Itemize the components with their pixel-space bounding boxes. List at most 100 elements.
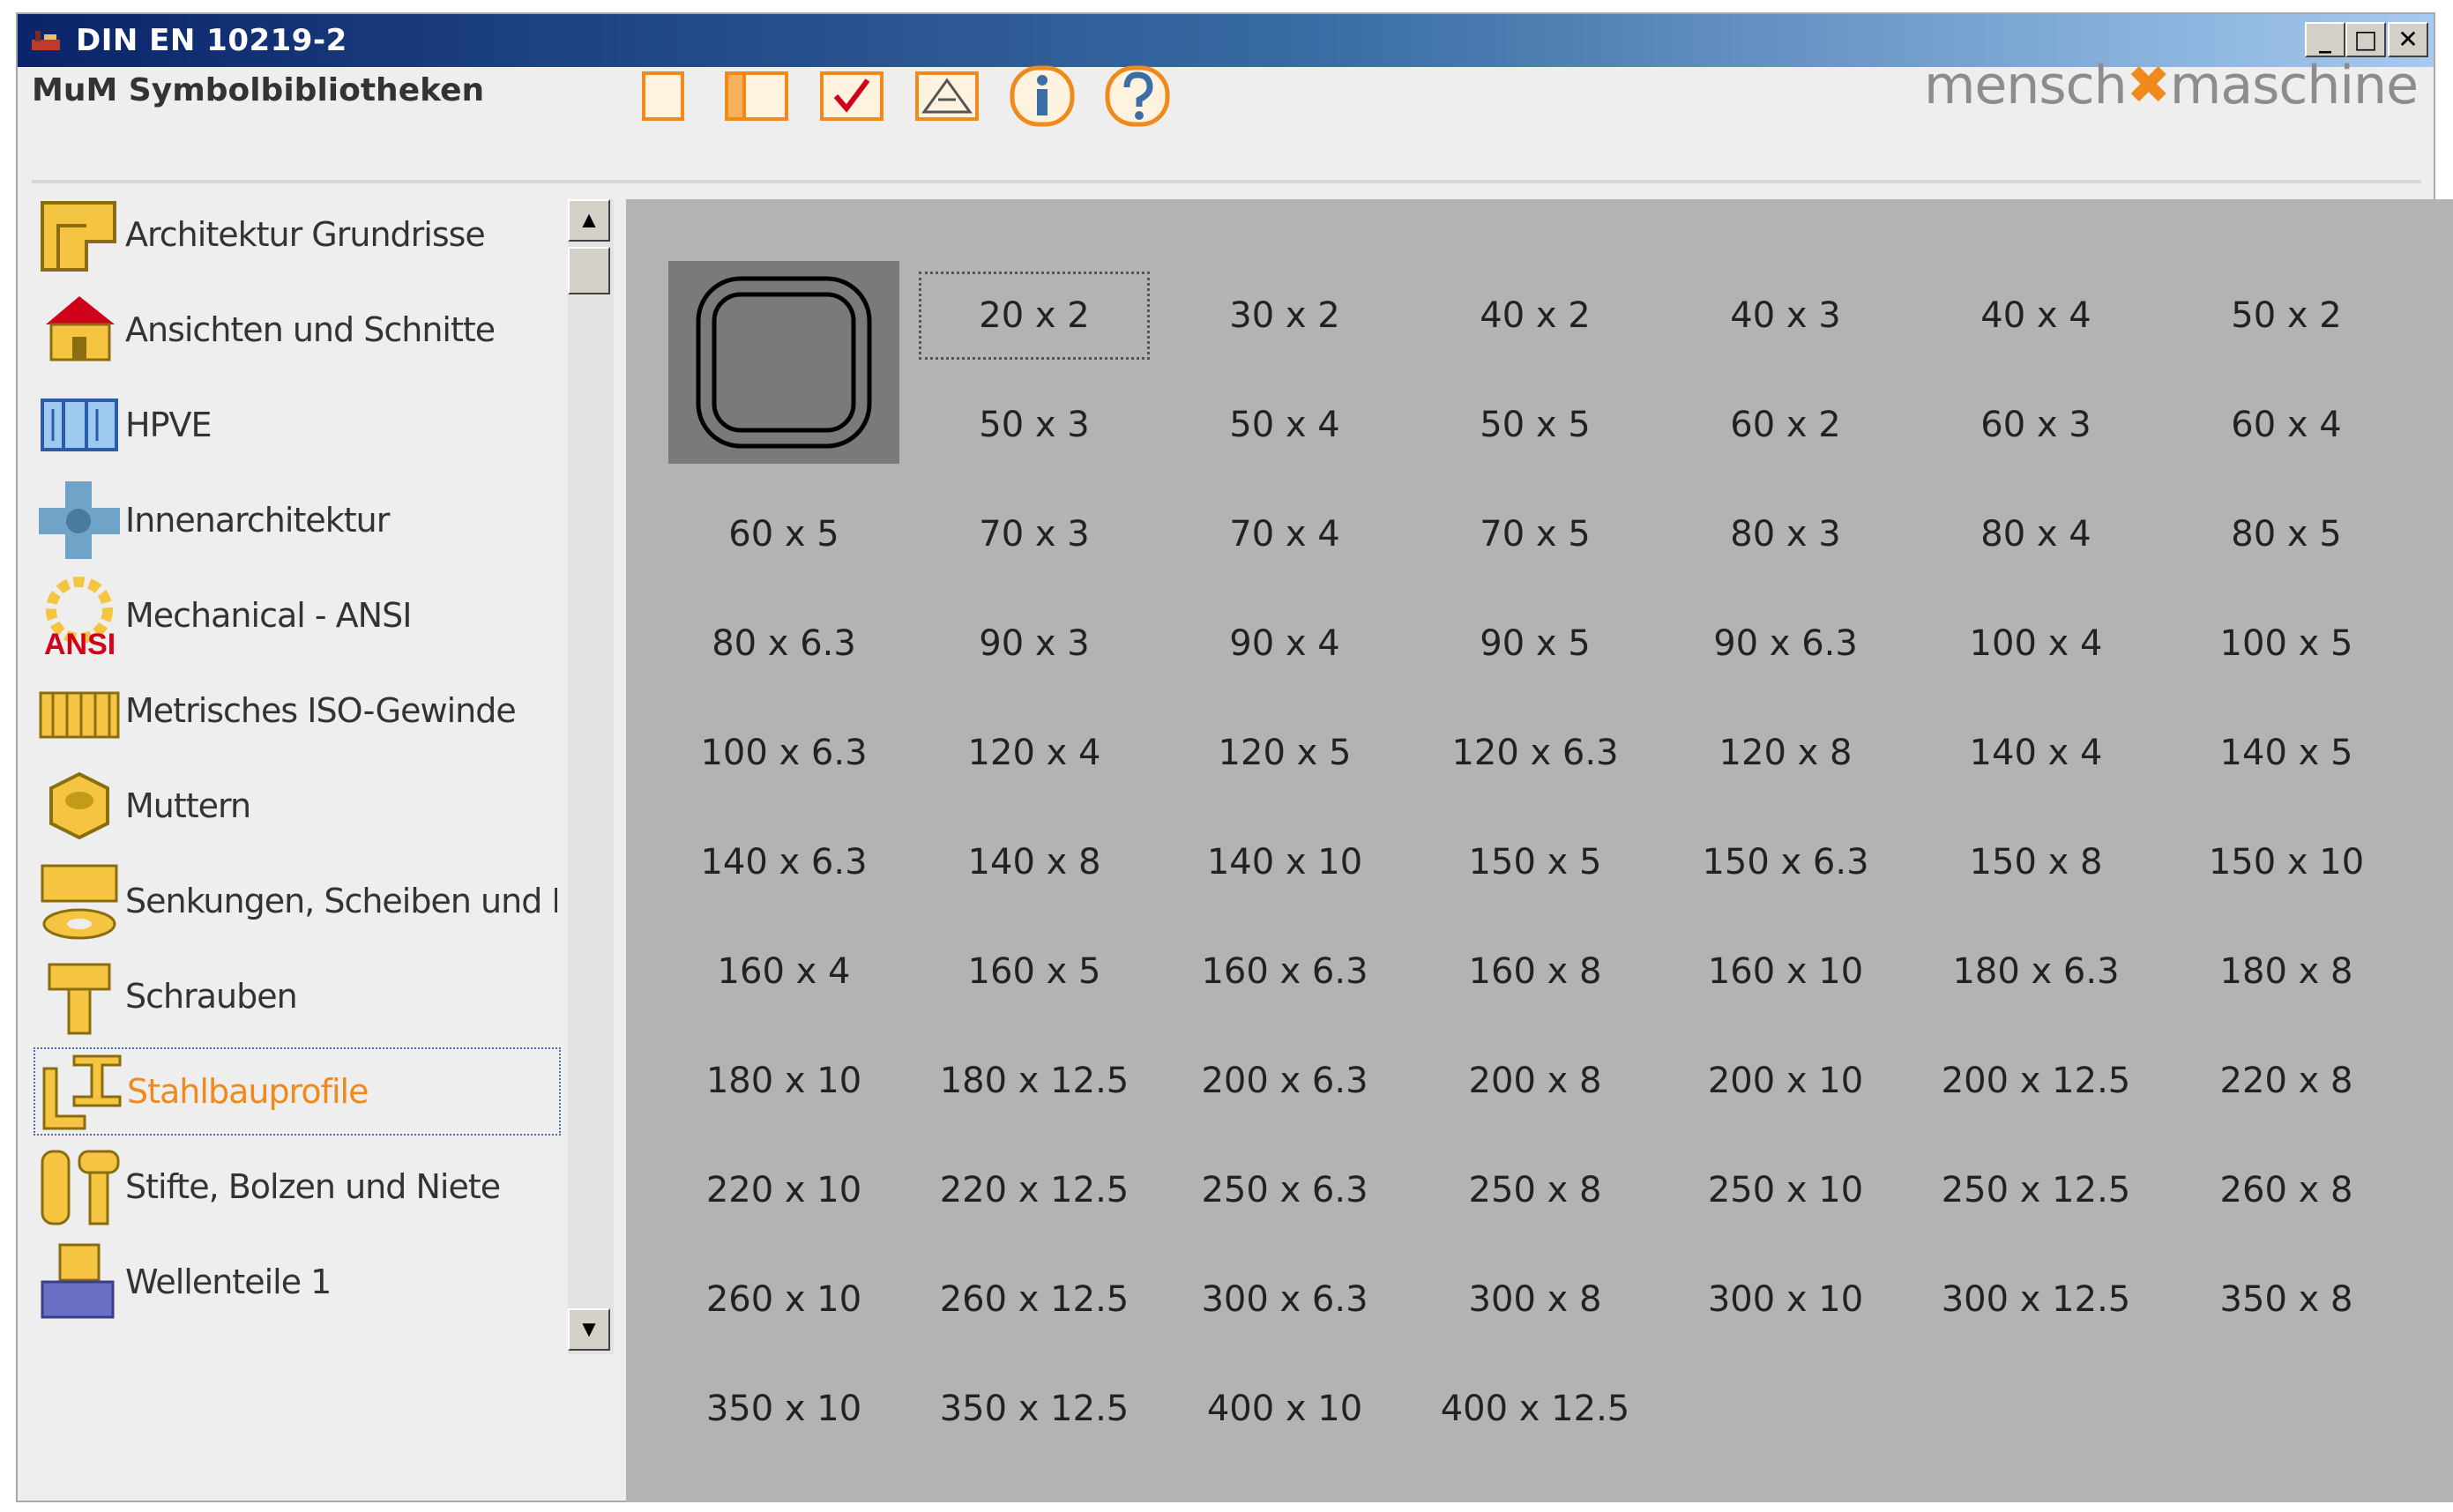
profile-size-item[interactable]: 200 x 10 bbox=[1670, 1037, 1901, 1125]
profile-size-item[interactable]: 400 x 12.5 bbox=[1420, 1365, 1651, 1453]
profile-size-item[interactable]: 120 x 4 bbox=[919, 709, 1150, 797]
profile-size-item[interactable]: 80 x 6.3 bbox=[668, 600, 899, 688]
profile-size-item[interactable]: 40 x 3 bbox=[1670, 272, 1901, 360]
profile-size-item[interactable]: 220 x 10 bbox=[668, 1146, 899, 1234]
profile-size-item[interactable]: 250 x 8 bbox=[1420, 1146, 1651, 1234]
profile-size-item[interactable]: 40 x 2 bbox=[1420, 272, 1651, 360]
help-button[interactable] bbox=[1100, 63, 1174, 129]
sidebar-item-innenarchitektur[interactable]: Innenarchitektur bbox=[34, 476, 561, 564]
profile-size-item[interactable]: 140 x 5 bbox=[2171, 709, 2402, 797]
profile-size-item[interactable]: 150 x 5 bbox=[1420, 818, 1651, 906]
profile-size-item[interactable]: 80 x 3 bbox=[1670, 490, 1901, 578]
profile-size-item[interactable]: 160 x 8 bbox=[1420, 927, 1651, 1016]
profile-size-item[interactable]: 70 x 4 bbox=[1169, 490, 1400, 578]
profile-size-item[interactable]: 150 x 10 bbox=[2171, 818, 2402, 906]
sidebar-item-wellenteile[interactable]: Wellenteile 1 bbox=[34, 1238, 561, 1326]
profile-size-item[interactable]: 160 x 4 bbox=[668, 927, 899, 1016]
profile-size-item[interactable]: 260 x 8 bbox=[2171, 1146, 2402, 1234]
profile-size-item[interactable]: 90 x 5 bbox=[1420, 600, 1651, 688]
sidebar-item-hpve[interactable]: HPVE bbox=[34, 381, 561, 469]
profile-size-item[interactable]: 140 x 10 bbox=[1169, 818, 1400, 906]
profile-size-item[interactable]: 250 x 6.3 bbox=[1169, 1146, 1400, 1234]
sidebar-item-senkungen[interactable]: Senkungen, Scheiben und Du bbox=[34, 857, 561, 945]
profile-size-item[interactable]: 20 x 2 bbox=[919, 272, 1150, 360]
open-page-button[interactable] bbox=[719, 63, 794, 129]
profile-size-item[interactable]: 140 x 4 bbox=[1920, 709, 2151, 797]
sidebar-item-architektur[interactable]: Architektur Grundrisse bbox=[34, 190, 561, 279]
scroll-down-button[interactable]: ▼ bbox=[568, 1308, 610, 1351]
profile-size-item[interactable]: 300 x 6.3 bbox=[1169, 1255, 1400, 1344]
profile-size-item[interactable]: 60 x 4 bbox=[2171, 381, 2402, 469]
profile-size-item[interactable]: 100 x 6.3 bbox=[668, 709, 899, 797]
sidebar-item-iso-gewinde[interactable]: Metrisches ISO-Gewinde bbox=[34, 667, 561, 755]
profile-size-item[interactable]: 150 x 8 bbox=[1920, 818, 2151, 906]
profile-size-item[interactable]: 120 x 6.3 bbox=[1420, 709, 1651, 797]
sidebar-item-stifte[interactable]: Stifte, Bolzen und Niete bbox=[34, 1143, 561, 1231]
profile-size-item[interactable]: 150 x 6.3 bbox=[1670, 818, 1901, 906]
profile-size-item[interactable]: 180 x 12.5 bbox=[919, 1037, 1150, 1125]
sidebar-item-stahlbauprofile[interactable]: Stahlbauprofile bbox=[34, 1047, 561, 1136]
profile-size-item[interactable]: 50 x 2 bbox=[2171, 272, 2402, 360]
profile-size-item[interactable]: 90 x 3 bbox=[919, 600, 1150, 688]
profile-size-item[interactable]: 160 x 6.3 bbox=[1169, 927, 1400, 1016]
profile-size-item[interactable]: 160 x 5 bbox=[919, 927, 1150, 1016]
profile-size-item[interactable]: 60 x 2 bbox=[1670, 381, 1901, 469]
profile-size-item[interactable]: 80 x 5 bbox=[2171, 490, 2402, 578]
profile-size-item[interactable]: 250 x 10 bbox=[1670, 1146, 1901, 1234]
profile-size-item[interactable]: 250 x 12.5 bbox=[1920, 1146, 2151, 1234]
measure-button[interactable] bbox=[910, 63, 984, 129]
profile-size-item[interactable]: 90 x 4 bbox=[1169, 600, 1400, 688]
profile-size-item[interactable]: 200 x 12.5 bbox=[1920, 1037, 2151, 1125]
profile-size-item[interactable]: 70 x 3 bbox=[919, 490, 1150, 578]
profile-size-item[interactable]: 120 x 5 bbox=[1169, 709, 1400, 797]
profile-size-item[interactable]: 50 x 3 bbox=[919, 381, 1150, 469]
close-button[interactable]: ✕ bbox=[2388, 22, 2428, 57]
profile-size-item[interactable]: 300 x 8 bbox=[1420, 1255, 1651, 1344]
profile-size-item[interactable]: 300 x 12.5 bbox=[1920, 1255, 2151, 1344]
scroll-thumb[interactable] bbox=[568, 247, 610, 294]
sidebar-item-muttern[interactable]: Muttern bbox=[34, 762, 561, 850]
profile-size-item[interactable]: 140 x 8 bbox=[919, 818, 1150, 906]
profile-size-item[interactable]: 100 x 4 bbox=[1920, 600, 2151, 688]
profile-size-item[interactable]: 300 x 10 bbox=[1670, 1255, 1901, 1344]
profile-size-item[interactable]: 120 x 8 bbox=[1670, 709, 1901, 797]
profile-size-item[interactable]: 180 x 6.3 bbox=[1920, 927, 2151, 1016]
profile-size-item[interactable]: 50 x 4 bbox=[1169, 381, 1400, 469]
profile-size-item[interactable]: 60 x 3 bbox=[1920, 381, 2151, 469]
sidebar-item-schrauben[interactable]: Schrauben bbox=[34, 952, 561, 1040]
profile-size-item[interactable]: 200 x 8 bbox=[1420, 1037, 1651, 1125]
profile-size-item[interactable]: 350 x 8 bbox=[2171, 1255, 2402, 1344]
profile-size-item[interactable]: 140 x 6.3 bbox=[668, 818, 899, 906]
profile-size-item[interactable]: 200 x 6.3 bbox=[1169, 1037, 1400, 1125]
profile-size-item[interactable]: 400 x 10 bbox=[1169, 1365, 1400, 1453]
profile-size-item[interactable]: 40 x 4 bbox=[1920, 272, 2151, 360]
info-button[interactable] bbox=[1005, 63, 1079, 129]
profile-size-item[interactable]: 90 x 6.3 bbox=[1670, 600, 1901, 688]
profile-size-item[interactable]: 30 x 2 bbox=[1169, 272, 1400, 360]
profile-size-item[interactable]: 180 x 10 bbox=[668, 1037, 899, 1125]
profile-size-item[interactable]: 60 x 5 bbox=[668, 490, 899, 578]
sidebar-scrollbar[interactable]: ▲ ▼ bbox=[568, 199, 614, 1354]
maximize-button[interactable]: □ bbox=[2345, 22, 2386, 57]
sidebar-item-mechanical-ansi[interactable]: ANSI Mechanical - ANSI bbox=[34, 571, 561, 659]
profile-size-item[interactable]: 100 x 5 bbox=[2171, 600, 2402, 688]
profile-size-item[interactable]: 180 x 8 bbox=[2171, 927, 2402, 1016]
profile-grid: 20 x 2 30 x 2 40 x 2 40 x 3 40 x 4 50 x 2 50 x… bbox=[626, 199, 2453, 1502]
profile-size-item[interactable]: 50 x 5 bbox=[1420, 381, 1651, 469]
profile-size-item[interactable]: 220 x 8 bbox=[2171, 1037, 2402, 1125]
profile-size-item[interactable]: 70 x 5 bbox=[1420, 490, 1651, 578]
profile-size-item[interactable]: 350 x 10 bbox=[668, 1365, 899, 1453]
profile-size-item[interactable]: 220 x 12.5 bbox=[919, 1146, 1150, 1234]
profile-size-item[interactable]: 160 x 10 bbox=[1670, 927, 1901, 1016]
new-page-button[interactable] bbox=[626, 63, 700, 129]
sidebar-item-label: Schrauben bbox=[125, 977, 298, 1016]
check-button[interactable] bbox=[815, 63, 889, 129]
profile-size-item[interactable]: 260 x 10 bbox=[668, 1255, 899, 1344]
profile-size-item[interactable]: 260 x 12.5 bbox=[919, 1255, 1150, 1344]
profile-size-item[interactable]: 350 x 12.5 bbox=[919, 1365, 1150, 1453]
scroll-up-button[interactable]: ▲ bbox=[568, 199, 610, 242]
profile-size-item[interactable]: 80 x 4 bbox=[1920, 490, 2151, 578]
minimize-button[interactable]: _ bbox=[2305, 22, 2345, 57]
sidebar-item-ansichten[interactable]: Ansichten und Schnitte bbox=[34, 286, 561, 374]
app-icon bbox=[32, 31, 60, 50]
